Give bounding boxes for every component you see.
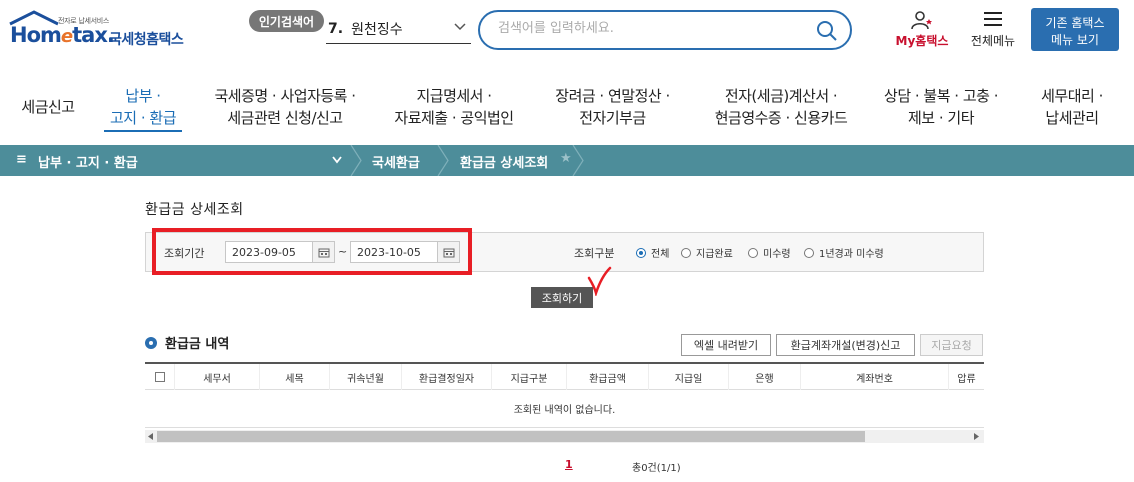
column-header[interactable]: 세무서 xyxy=(175,364,260,390)
my-hometax-button[interactable]: My홈택스 xyxy=(890,10,954,52)
menu-tax-filing[interactable]: 세금신고 xyxy=(10,78,86,136)
breadcrumb-level2[interactable]: 국세환급 xyxy=(372,152,420,171)
hamburger-icon xyxy=(984,12,1002,26)
search-box xyxy=(478,10,852,50)
breadcrumb-separator-icon xyxy=(350,145,362,176)
radio-unclaimed-1year-label: 1년경과 미수령 xyxy=(819,249,884,260)
logo-korean-name: 국세청홈택스 xyxy=(109,32,184,48)
chevron-down-icon[interactable] xyxy=(331,154,343,166)
menu-payment-refund[interactable]: 납부 · 고지 · 환급 xyxy=(100,78,186,136)
hometax-logo[interactable]: 전자로 납세서비스 Hometax. 국세청홈택스 xyxy=(6,10,196,50)
select-all-cell xyxy=(145,364,175,390)
all-menu-label: 전체메뉴 xyxy=(970,34,1016,48)
empty-message: 조회된 내역이 없습니다. xyxy=(513,405,616,416)
select-all-checkbox[interactable] xyxy=(154,372,165,382)
radio-paid[interactable]: 지급완료 xyxy=(681,245,733,260)
chevron-down-icon xyxy=(454,23,466,31)
breadcrumb-root[interactable]: 납부 · 고지 · 환급 xyxy=(38,152,138,171)
table-header: 세무서 세목 귀속년월 환급결정일자 지급구분 환급금액 지급일 은행 계좌번호… xyxy=(145,364,984,390)
favorite-star-icon[interactable]: ★ xyxy=(560,151,572,166)
date-range-tilde: ~ xyxy=(338,245,348,258)
radio-all-label: 전체 xyxy=(651,249,670,260)
hot-search-term: 원천징수 xyxy=(351,21,403,38)
page-title: 환급금 상세조회 xyxy=(145,202,244,218)
menu-consultation[interactable]: 상담 · 불복 · 고충 · 제보 · 기타 xyxy=(870,78,1012,136)
breadcrumb: ≡ 납부 · 고지 · 환급 국세환급 환급금 상세조회 ★ xyxy=(0,145,1134,176)
column-header[interactable]: 환급금액 xyxy=(567,364,649,390)
legacy-menu-line1: 기존 홈택스 xyxy=(1045,15,1105,30)
radio-dot xyxy=(804,247,814,258)
user-icon xyxy=(911,11,932,30)
my-hometax-label: My홈택스 xyxy=(895,34,949,48)
legacy-menu-line2: 메뉴 보기 xyxy=(1051,32,1099,47)
column-header[interactable]: 계좌번호 xyxy=(801,364,949,390)
radio-all[interactable]: 전체 xyxy=(636,245,669,260)
column-header[interactable]: 은행 xyxy=(729,364,801,390)
hot-search-select[interactable]: 7. 원천징수 xyxy=(326,14,471,44)
main-menu: 세금신고 납부 · 고지 · 환급 국세증명 · 사업자등록 · 세금관련 신청… xyxy=(0,78,1134,136)
handwritten-check-annotation xyxy=(587,266,612,296)
active-underline xyxy=(104,130,182,132)
period-label: 조회기간 xyxy=(164,247,205,260)
calendar-icon[interactable] xyxy=(312,242,334,262)
radio-unclaimed[interactable]: 미수령 xyxy=(748,245,791,260)
column-header[interactable]: 지급구분 xyxy=(492,364,567,390)
end-date-field[interactable]: 2023-10-05 xyxy=(350,241,460,263)
scroll-right-arrow-icon[interactable] xyxy=(974,433,980,440)
menu-payment-refund-label: 납부 · 고지 · 환급 xyxy=(109,87,177,127)
radio-unclaimed-1year[interactable]: 1년경과 미수령 xyxy=(804,245,884,260)
column-header[interactable]: 세목 xyxy=(260,364,330,390)
type-label: 조회구분 xyxy=(574,247,615,260)
radio-dot xyxy=(748,247,758,258)
query-button[interactable]: 조회하기 xyxy=(531,287,593,308)
menu-tax-agent[interactable]: 세무대리 · 납세관리 xyxy=(1024,78,1120,136)
logo-wordmark: Hometax. xyxy=(10,23,115,47)
breadcrumb-level3: 환급금 상세조회 xyxy=(460,156,549,171)
calendar-icon[interactable] xyxy=(437,242,459,262)
page-number[interactable]: 1 xyxy=(565,458,573,471)
radio-dot xyxy=(681,247,691,258)
column-header[interactable]: 지급일 xyxy=(649,364,729,390)
start-date-value: 2023-09-05 xyxy=(232,246,296,259)
legacy-menu-button[interactable]: 기존 홈택스메뉴 보기 xyxy=(1031,8,1119,51)
hot-search-rank: 7. xyxy=(328,20,344,37)
section-title: 환급금 내역 xyxy=(145,333,229,352)
menu-incentives[interactable]: 장려금 · 연말정산 · 전자기부금 xyxy=(540,78,685,136)
radio-unclaimed-label: 미수령 xyxy=(763,249,791,260)
column-header[interactable]: 환급결정일자 xyxy=(402,364,492,390)
breadcrumb-separator-icon xyxy=(572,145,584,176)
breadcrumb-separator-icon xyxy=(437,145,449,176)
column-header[interactable]: 압류 xyxy=(949,364,984,390)
list-menu-icon[interactable]: ≡ xyxy=(16,152,27,167)
total-count: 총0건(1/1) xyxy=(632,463,681,474)
horizontal-scrollbar[interactable] xyxy=(145,430,984,443)
search-icon[interactable] xyxy=(816,20,838,42)
all-menu-button[interactable]: 전체메뉴 xyxy=(962,10,1024,52)
end-date-value: 2023-10-05 xyxy=(357,246,421,259)
hot-search-badge: 인기검색어 xyxy=(249,10,324,32)
column-header[interactable]: 귀속년월 xyxy=(330,364,402,390)
refund-account-button[interactable]: 환급계좌개설(변경)신고 xyxy=(776,334,915,356)
menu-certificates[interactable]: 국세증명 · 사업자등록 · 세금관련 신청/신고 xyxy=(200,78,370,136)
start-date-field[interactable]: 2023-09-05 xyxy=(225,241,335,263)
menu-payment-statements[interactable]: 지급명세서 · 자료제출 · 공익법인 xyxy=(384,78,524,136)
radio-paid-label: 지급완료 xyxy=(696,249,733,260)
refund-table: 세무서 세목 귀속년월 환급결정일자 지급구분 환급금액 지급일 은행 계좌번호… xyxy=(145,362,984,428)
payment-request-button[interactable]: 지급요청 xyxy=(920,334,983,356)
scroll-left-arrow-icon[interactable] xyxy=(148,433,154,440)
menu-e-invoice[interactable]: 전자(세금)계산서 · 현금영수증 · 신용카드 xyxy=(700,78,862,136)
section-bullet-icon xyxy=(145,336,157,349)
radio-dot xyxy=(636,247,646,258)
excel-download-button[interactable]: 엑셀 내려받기 xyxy=(681,334,771,356)
section-title-text: 환급금 내역 xyxy=(165,337,230,352)
scrollbar-thumb[interactable] xyxy=(157,431,865,442)
search-input[interactable] xyxy=(498,21,798,36)
